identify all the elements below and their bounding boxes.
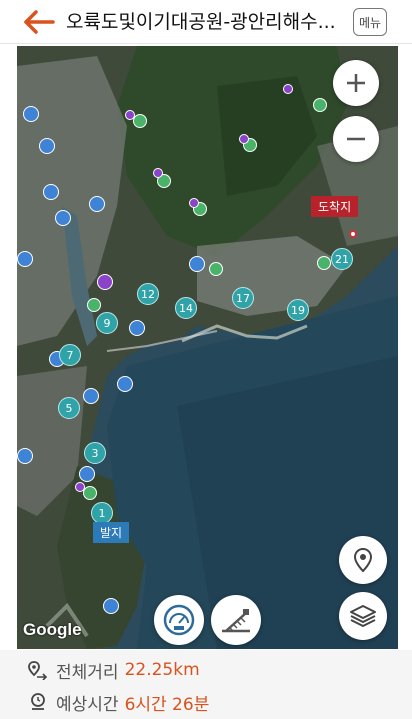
route-summary: 전체거리 22.25km 예상시간 6시간 26분 <box>0 650 412 719</box>
poi-marker[interactable] <box>239 134 249 144</box>
time-row: 예상시간 6시간 26분 <box>28 688 209 716</box>
speed-gauge-button[interactable] <box>154 595 204 645</box>
route-waypoint[interactable]: 9 <box>96 312 118 334</box>
poi-marker[interactable] <box>317 256 331 270</box>
poi-marker[interactable] <box>43 184 59 200</box>
start-point-flag[interactable]: 발지 <box>93 522 130 543</box>
poi-marker[interactable] <box>89 196 105 212</box>
top-bar: 오륙도및이기대공원-광안리해수... 메뉴 <box>0 0 412 44</box>
route-waypoint[interactable]: 17 <box>232 287 254 309</box>
poi-marker[interactable] <box>283 84 293 94</box>
poi-marker[interactable] <box>209 262 223 276</box>
menu-button[interactable]: 메뉴 <box>353 8 387 36</box>
poi-marker[interactable] <box>125 110 135 120</box>
zoom-out-button[interactable] <box>333 116 379 162</box>
poi-marker[interactable] <box>79 466 95 482</box>
poi-marker[interactable] <box>117 376 133 392</box>
poi-marker[interactable] <box>83 388 99 404</box>
poi-marker[interactable] <box>39 138 55 154</box>
poi-marker[interactable] <box>83 486 97 500</box>
time-value: 6시간 26분 <box>124 694 210 715</box>
time-label: 예상시간 <box>56 694 119 715</box>
elevation-profile-button[interactable] <box>211 595 261 645</box>
route-waypoint[interactable]: 7 <box>59 344 81 366</box>
route-distance-icon <box>28 661 48 680</box>
poi-marker[interactable] <box>75 482 85 492</box>
minus-icon <box>347 137 365 141</box>
google-attribution: Google <box>23 620 82 639</box>
back-arrow-icon[interactable] <box>22 8 56 36</box>
poi-marker[interactable] <box>87 298 101 312</box>
poi-marker[interactable] <box>129 320 145 336</box>
clock-pin-icon <box>31 693 45 710</box>
distance-label: 전체거리 <box>56 662 119 683</box>
bicycle-icon[interactable] <box>97 274 113 290</box>
distance-row: 전체거리 22.25km <box>28 656 200 684</box>
slope-icon <box>222 609 250 633</box>
layers-icon <box>350 605 376 627</box>
satellite-map[interactable]: 1 3 5 7 9 12 14 17 19 21 도착지 발지 Google <box>17 46 398 649</box>
map-layers-button[interactable] <box>339 592 387 640</box>
page-title: 오륙도및이기대공원-광안리해수... <box>66 11 336 33</box>
route-waypoint[interactable]: 3 <box>84 442 106 464</box>
poi-marker[interactable] <box>133 114 147 128</box>
poi-marker[interactable] <box>313 98 327 112</box>
poi-marker[interactable] <box>17 251 33 267</box>
poi-marker[interactable] <box>17 448 33 464</box>
poi-marker[interactable] <box>189 198 199 208</box>
end-point-marker <box>349 230 357 238</box>
speedometer-icon <box>163 604 195 636</box>
route-waypoint[interactable]: 12 <box>137 283 159 305</box>
poi-marker[interactable] <box>153 168 163 178</box>
poi-marker[interactable] <box>55 210 71 226</box>
plus-icon <box>347 74 365 92</box>
route-waypoint[interactable]: 19 <box>287 299 309 321</box>
location-pin-icon <box>353 547 373 573</box>
poi-marker[interactable] <box>189 256 205 272</box>
poi-marker[interactable] <box>103 598 119 614</box>
route-waypoint[interactable]: 1 <box>91 502 113 524</box>
poi-marker[interactable] <box>23 106 39 122</box>
zoom-in-button[interactable] <box>333 60 379 106</box>
distance-value: 22.25km <box>124 660 200 680</box>
route-waypoint[interactable]: 14 <box>175 297 197 319</box>
route-waypoint[interactable]: 21 <box>331 248 353 270</box>
end-point-flag[interactable]: 도착지 <box>311 196 359 217</box>
route-waypoint[interactable]: 5 <box>58 397 80 419</box>
my-location-button[interactable] <box>339 536 387 584</box>
